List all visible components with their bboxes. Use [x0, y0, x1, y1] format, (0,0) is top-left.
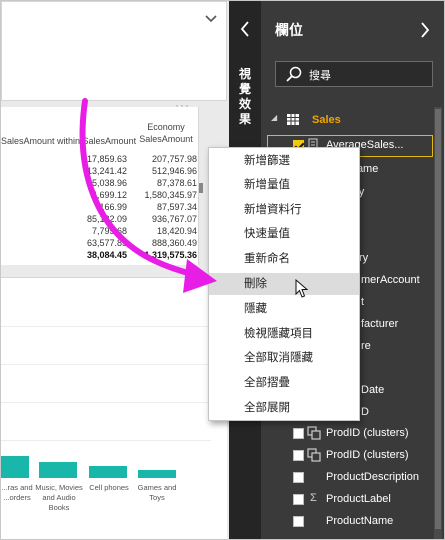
table-cell: 17,859.63 [86, 154, 127, 164]
table-cell: 1,580,345.97 [144, 190, 197, 200]
report-canvas: ··· SalesAmount within SalesAmount Econo… [1, 1, 229, 539]
table-cell: 85,182.09 [86, 214, 127, 224]
table-cell: 7,795.68 [91, 226, 127, 236]
search-placeholder: 搜尋 [309, 70, 331, 82]
x-axis-label: Cell phones [89, 483, 129, 492]
menu-item-quick-measure[interactable]: 快速量值 [209, 223, 359, 245]
gridline [1, 402, 211, 403]
visualizations-label[interactable]: 視覺效果 [237, 67, 253, 127]
menu-item-new-column[interactable]: 新增資料行 [209, 199, 359, 221]
column-header[interactable]: SalesAmount within SalesAmount [1, 135, 136, 147]
chart-bar[interactable] [89, 466, 127, 478]
collapse-caret-icon[interactable]: ◢ [271, 113, 277, 122]
field-label[interactable]: Date [361, 384, 384, 396]
x-axis-label: Games and Toys [137, 483, 177, 502]
table-scrollbar[interactable] [199, 183, 203, 193]
field-label[interactable]: D [361, 406, 369, 418]
gridline [1, 326, 211, 327]
table-cell: 936,767.07 [151, 214, 197, 224]
table-cell: 63,577.85 [86, 238, 127, 248]
menu-item-new-filter[interactable]: 新增篩選 [209, 150, 359, 172]
field-checkbox[interactable] [293, 450, 304, 461]
table-cell: 87,597.34 [156, 202, 197, 212]
menu-item-unhide-all[interactable]: 全部取消隱藏 [209, 347, 359, 369]
field-label: ProdID (clusters) [326, 449, 409, 461]
cluster-group-icon [307, 426, 321, 440]
field-label[interactable]: merAccount [361, 274, 420, 286]
cluster-group-icon [307, 448, 321, 462]
table-cell: 166.99 [99, 202, 127, 212]
chart-bar[interactable] [39, 462, 77, 478]
gridline [1, 440, 211, 441]
table-cell: 5,038.96 [91, 178, 127, 188]
visual-card-top[interactable] [1, 1, 227, 101]
table-cell: 512,946.96 [151, 166, 197, 176]
field-label: ProductDescription [326, 471, 419, 483]
chevron-down-icon[interactable] [204, 12, 218, 26]
field-label[interactable]: ry [359, 252, 368, 264]
column-chart-visual[interactable]: ...ras and ...orders Music, Movies and A… [1, 277, 227, 539]
menu-item-rename[interactable]: 重新命名 [209, 248, 359, 270]
chevron-right-icon[interactable] [419, 21, 431, 39]
gridline [1, 364, 211, 365]
app-screenshot: ··· SalesAmount within SalesAmount Econo… [0, 0, 445, 540]
more-options-icon[interactable]: ··· [175, 98, 190, 112]
table-cell: 888,360.49 [151, 238, 197, 248]
menu-item-delete[interactable]: 刪除 [209, 273, 359, 295]
search-icon [286, 66, 302, 82]
table-icon [287, 114, 299, 125]
field-label[interactable]: facturer [361, 318, 398, 330]
menu-item-view-hidden[interactable]: 檢視隱藏項目 [209, 323, 359, 345]
table-cell: 13,241.42 [86, 166, 127, 176]
field-checkbox[interactable] [293, 428, 304, 439]
table-cell: 207,757.98 [151, 154, 197, 164]
table-cell: 87,378.61 [156, 178, 197, 188]
table-name: Sales [312, 114, 341, 126]
field-checkbox[interactable] [293, 494, 304, 505]
mouse-cursor-icon [295, 279, 309, 298]
scrollbar-thumb[interactable] [435, 109, 441, 529]
x-axis-label: ...ras and ...orders [1, 483, 33, 502]
field-label: ProductName [326, 515, 394, 527]
field-label: ProdID (clusters) [326, 427, 409, 439]
field-label[interactable]: re [361, 340, 371, 352]
menu-item-collapse-all[interactable]: 全部摺疊 [209, 372, 359, 394]
menu-item-new-measure[interactable]: 新增量值 [209, 174, 359, 196]
table-cell: 4,699.12 [91, 190, 127, 200]
sigma-icon: Σ [310, 492, 317, 504]
menu-item-hide[interactable]: 隱藏 [209, 298, 359, 320]
chart-bar[interactable] [1, 456, 29, 478]
context-menu: 新增篩選 新增量值 新增資料行 快速量值 重新命名 刪除 隱藏 檢視隱藏項目 全… [208, 147, 360, 421]
chevron-left-icon[interactable] [237, 19, 253, 39]
field-checkbox[interactable] [293, 516, 304, 527]
column-header[interactable]: Economy SalesAmount [135, 121, 197, 145]
field-checkbox[interactable] [293, 472, 304, 483]
table-total-cell: 38,084.45 [86, 250, 127, 260]
table-cell: 18,420.94 [156, 226, 197, 236]
field-label[interactable]: t [361, 296, 364, 308]
table-total-cell: 1,319,575.36 [144, 250, 197, 260]
menu-item-expand-all[interactable]: 全部展開 [209, 397, 359, 419]
x-axis-label: Music, Movies and Audio Books [35, 483, 83, 512]
chart-bar[interactable] [138, 470, 176, 478]
fields-pane-title: 欄位 [275, 22, 303, 38]
field-label: ProductLabel [326, 493, 391, 505]
